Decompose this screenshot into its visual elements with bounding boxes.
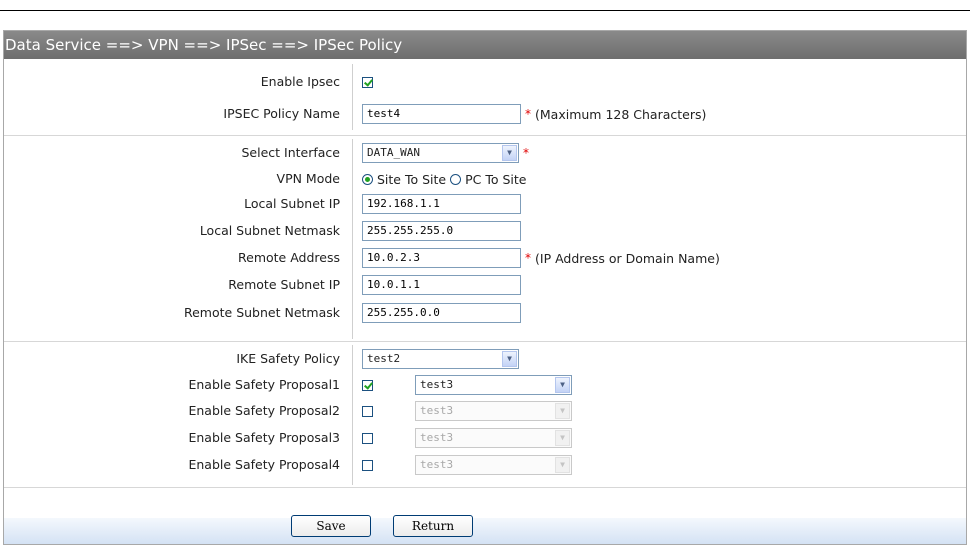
proposal-label: Enable Safety Proposal3 [188, 430, 340, 445]
proposal-row: Enable Safety Proposal4 test3 ▼ [4, 454, 966, 476]
remote-ip-label: Remote Subnet IP [228, 277, 340, 292]
proposal-label: Enable Safety Proposal2 [188, 403, 340, 418]
ike-policy-row: IKE Safety Policy test2 ▼ [4, 348, 966, 370]
local-ip-row: Local Subnet IP 192.168.1.1 [4, 193, 966, 215]
required-marker: * [523, 146, 529, 160]
remote-mask-row: Remote Subnet Netmask 255.255.0.0 [4, 302, 966, 324]
local-ip-input[interactable]: 192.168.1.1 [362, 194, 521, 214]
local-mask-label: Local Subnet Netmask [199, 223, 340, 238]
remote-addr-label: Remote Address [238, 250, 340, 265]
interface-row: Select Interface DATA_WAN ▼ * [4, 142, 966, 164]
remote-ip-input[interactable]: 10.0.1.1 [362, 275, 521, 295]
enable-ipsec-row: Enable Ipsec [4, 71, 966, 93]
proposal3-select: test3 ▼ [415, 428, 572, 448]
ipsec-policy-panel: Data Service ==> VPN ==> IPSec ==> IPSec… [3, 30, 967, 545]
proposal3-value: test3 [420, 431, 454, 444]
security-section: IKE Safety Policy test2 ▼ Enable Safety … [4, 342, 966, 488]
local-mask-row: Local Subnet Netmask 255.255.255.0 [4, 220, 966, 242]
proposal-row: Enable Safety Proposal2 test3 ▼ [4, 400, 966, 422]
network-section: Select Interface DATA_WAN ▼ * VPN Mode S… [4, 136, 966, 342]
policy-section: Enable Ipsec IPSEC Policy Name test4 * (… [4, 59, 966, 136]
required-marker: * [525, 251, 531, 265]
interface-value: DATA_WAN [367, 146, 420, 159]
proposal1-checkbox[interactable] [362, 379, 373, 391]
pc-to-site-radio[interactable] [450, 173, 462, 185]
chevron-down-icon: ▼ [555, 430, 570, 446]
local-ip-label: Local Subnet IP [244, 196, 340, 211]
interface-select[interactable]: DATA_WAN ▼ [362, 143, 519, 163]
ike-policy-label: IKE Safety Policy [236, 351, 340, 366]
policy-name-row: IPSEC Policy Name test4 * (Maximum 128 C… [4, 103, 966, 125]
policy-name-label: IPSEC Policy Name [223, 106, 340, 121]
chevron-down-icon: ▼ [555, 377, 570, 393]
remote-ip-row: Remote Subnet IP 10.0.1.1 [4, 274, 966, 296]
proposal1-value: test3 [420, 378, 454, 391]
proposal4-checkbox[interactable] [362, 459, 373, 471]
proposal-row: Enable Safety Proposal3 test3 ▼ [4, 427, 966, 449]
proposal-label: Enable Safety Proposal4 [188, 457, 340, 472]
enable-ipsec-label: Enable Ipsec [260, 74, 340, 89]
vpn-mode-label: VPN Mode [276, 171, 340, 186]
save-button[interactable]: Save [291, 515, 371, 537]
interface-label: Select Interface [241, 145, 341, 160]
proposal1-select[interactable]: test3 ▼ [415, 375, 572, 395]
proposal3-checkbox[interactable] [362, 432, 373, 444]
vpn-mode-row: VPN Mode Site To Site PC To Site [4, 168, 966, 190]
remote-addr-row: Remote Address 10.0.2.3 * (IP Address or… [4, 247, 966, 269]
proposal2-checkbox[interactable] [362, 405, 373, 417]
pc-to-site-label[interactable]: PC To Site [465, 172, 526, 187]
breadcrumb: Data Service ==> VPN ==> IPSec ==> IPSec… [4, 31, 966, 59]
local-mask-input[interactable]: 255.255.255.0 [362, 221, 521, 241]
chevron-down-icon: ▼ [502, 145, 517, 161]
proposal4-select: test3 ▼ [415, 455, 572, 475]
proposal4-value: test3 [420, 458, 454, 471]
required-marker: * [525, 107, 531, 121]
proposal-label: Enable Safety Proposal1 [188, 377, 340, 392]
policy-name-hint: (Maximum 128 Characters) [535, 106, 707, 122]
site-to-site-label[interactable]: Site To Site [377, 172, 446, 187]
chevron-down-icon: ▼ [555, 457, 570, 473]
proposal2-select: test3 ▼ [415, 401, 572, 421]
chevron-down-icon: ▼ [555, 403, 570, 419]
ike-policy-value: test2 [367, 352, 401, 365]
remote-mask-label: Remote Subnet Netmask [183, 305, 340, 320]
form-footer [4, 518, 966, 544]
proposal2-value: test3 [420, 404, 454, 417]
remote-addr-input[interactable]: 10.0.2.3 [362, 248, 521, 268]
enable-ipsec-checkbox[interactable] [362, 76, 373, 88]
chevron-down-icon: ▼ [502, 351, 517, 367]
top-divider [0, 10, 970, 11]
return-button[interactable]: Return [393, 515, 473, 537]
remote-addr-hint: (IP Address or Domain Name) [535, 250, 720, 266]
site-to-site-radio[interactable] [362, 173, 373, 185]
policy-name-input[interactable]: test4 [362, 104, 521, 124]
proposal-row: Enable Safety Proposal1 test3 ▼ [4, 374, 966, 396]
remote-mask-input[interactable]: 255.255.0.0 [362, 303, 521, 323]
ike-policy-select[interactable]: test2 ▼ [362, 349, 519, 369]
